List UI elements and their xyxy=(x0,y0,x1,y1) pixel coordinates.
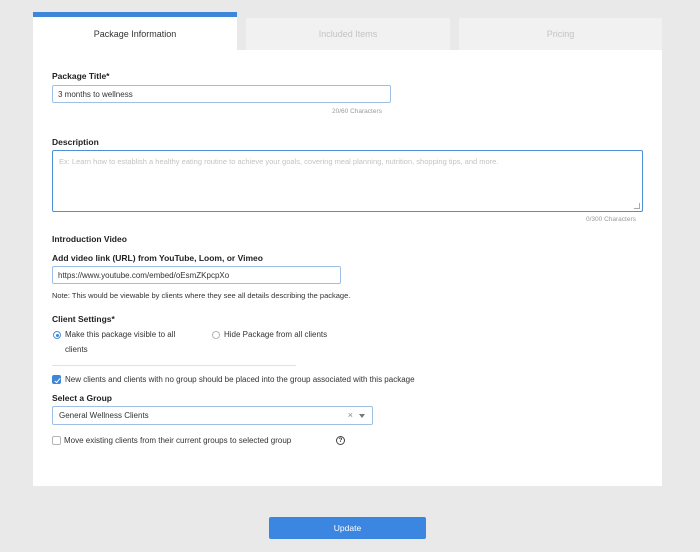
assign-group-label: New clients and clients with no group sh… xyxy=(65,375,415,384)
tab-label: Package Information xyxy=(93,28,177,39)
clear-icon[interactable]: × xyxy=(348,410,353,420)
help-icon[interactable]: ? xyxy=(336,436,345,445)
move-clients-checkbox[interactable] xyxy=(52,436,61,445)
visible-to-all-label-line2: clients xyxy=(65,345,88,354)
hide-package-radio[interactable] xyxy=(212,331,220,339)
visible-to-all-radio[interactable] xyxy=(53,331,61,339)
video-url-value: https://www.youtube.com/embed/oEsmZKpcpX… xyxy=(58,270,230,280)
client-settings-divider xyxy=(52,365,296,366)
tab-included-items[interactable]: Included Items xyxy=(246,18,450,50)
package-title-value: 3 months to wellness xyxy=(58,89,133,99)
help-symbol: ? xyxy=(338,437,343,444)
resize-handle-icon[interactable] xyxy=(634,203,640,209)
description-counter: 0/300 Characters xyxy=(586,216,636,223)
select-group-label: Select a Group xyxy=(52,393,112,403)
update-button[interactable]: Update xyxy=(269,517,426,539)
package-title-counter: 20/60 Characters xyxy=(332,108,382,115)
move-clients-label: Move existing clients from their current… xyxy=(64,436,292,445)
group-select[interactable]: General Wellness Clients × xyxy=(52,406,373,425)
visible-to-all-label-line1: Make this package visible to all xyxy=(65,330,176,339)
hide-package-label: Hide Package from all clients xyxy=(224,330,328,339)
package-title-input[interactable]: 3 months to wellness xyxy=(52,85,391,103)
assign-group-checkbox[interactable] xyxy=(52,375,61,384)
chevron-down-icon[interactable] xyxy=(359,414,365,418)
tab-bar: Package Information Included Items Prici… xyxy=(33,12,662,50)
package-title-label: Package Title* xyxy=(52,71,110,81)
intro-video-heading: Introduction Video xyxy=(52,234,127,244)
video-link-label: Add video link (URL) from YouTube, Loom,… xyxy=(52,253,263,263)
description-label: Description xyxy=(52,137,99,147)
tab-pricing[interactable]: Pricing xyxy=(459,18,662,50)
group-select-value: General Wellness Clients xyxy=(59,411,149,420)
video-note: Note: This would be viewable by clients … xyxy=(52,291,351,300)
tab-package-information[interactable]: Package Information xyxy=(33,12,237,50)
video-url-input[interactable]: https://www.youtube.com/embed/oEsmZKpcpX… xyxy=(52,266,341,284)
tab-label: Pricing xyxy=(546,29,575,39)
description-placeholder: Ex: Learn how to establish a healthy eat… xyxy=(59,157,499,166)
tab-label: Included Items xyxy=(318,29,378,39)
description-textarea[interactable]: Ex: Learn how to establish a healthy eat… xyxy=(52,150,643,212)
package-form-card: Package Title* 3 months to wellness 20/6… xyxy=(33,50,662,486)
client-settings-label: Client Settings* xyxy=(52,314,115,324)
